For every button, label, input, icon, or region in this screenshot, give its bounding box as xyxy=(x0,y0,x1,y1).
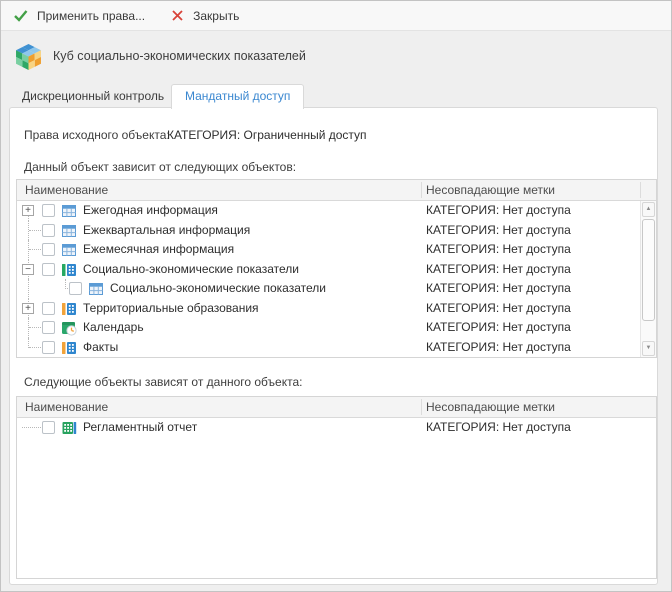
row-labels: КАТЕГОРИЯ: Нет доступа xyxy=(426,221,571,241)
row-labels: КАТЕГОРИЯ: Нет доступа xyxy=(426,260,571,280)
expand-button[interactable]: + xyxy=(22,205,34,216)
cube-icon xyxy=(15,43,42,70)
tree-row-annual-info[interactable]: + Ежегодная информация КАТЕГОРИЯ: Нет до… xyxy=(17,201,640,221)
scroll-down-icon[interactable]: ▼ xyxy=(642,341,655,356)
row-name: Социально-экономические показатели xyxy=(110,279,326,299)
close-button[interactable]: Закрыть xyxy=(169,6,249,26)
row-labels: КАТЕГОРИЯ: Нет доступа xyxy=(426,299,571,319)
table-icon xyxy=(61,242,77,258)
close-label: Закрыть xyxy=(193,9,239,23)
report-icon xyxy=(61,420,77,436)
dimension-green-icon xyxy=(61,262,77,278)
depends-grid: Наименование Несовпадающие метки + Ежего… xyxy=(16,179,657,358)
tree-row-quarterly-info[interactable]: Ежеквартальная информация КАТЕГОРИЯ: Нет… xyxy=(17,221,640,241)
dependents-grid-body: Регламентный отчет КАТЕГОРИЯ: Нет доступ… xyxy=(17,418,656,578)
column-header-labels[interactable]: Несовпадающие метки xyxy=(426,400,555,414)
row-checkbox[interactable] xyxy=(42,263,55,276)
table-icon xyxy=(61,203,77,219)
row-name: Социально-экономические показатели xyxy=(83,260,299,280)
column-header-name[interactable]: Наименование xyxy=(25,400,108,414)
collapse-button[interactable]: − xyxy=(22,264,34,275)
row-name: Ежемесячная информация xyxy=(83,240,234,260)
apply-rights-label: Применить права... xyxy=(37,9,145,23)
column-header-labels[interactable]: Несовпадающие метки xyxy=(426,183,555,197)
vertical-scrollbar[interactable]: ▲ ▼ xyxy=(640,201,656,357)
table-icon xyxy=(88,281,104,297)
dimension-orange-icon xyxy=(61,301,77,317)
tree-row-socioeconomic-child[interactable]: Социально-экономические показатели КАТЕГ… xyxy=(17,279,640,299)
row-name: Регламентный отчет xyxy=(83,418,197,438)
column-header-name[interactable]: Наименование xyxy=(25,183,108,197)
rights-dialog: Применить права... Закрыть Куб социально… xyxy=(0,0,672,592)
calendar-clock-icon xyxy=(61,320,77,336)
row-labels: КАТЕГОРИЯ: Нет доступа xyxy=(426,201,571,221)
dependents-grid: Наименование Несовпадающие метки xyxy=(16,396,657,579)
row-name: Территориальные образования xyxy=(83,299,259,319)
row-name: Ежеквартальная информация xyxy=(83,221,250,241)
row-checkbox[interactable] xyxy=(42,243,55,256)
tree-row-regulated-report[interactable]: Регламентный отчет КАТЕГОРИЯ: Нет доступ… xyxy=(17,418,656,438)
row-checkbox[interactable] xyxy=(69,282,82,295)
column-divider xyxy=(421,399,422,415)
row-checkbox[interactable] xyxy=(42,302,55,315)
row-name: Ежегодная информация xyxy=(83,201,218,221)
tab-discretionary-control[interactable]: Дискреционный контроль xyxy=(9,85,177,108)
table-icon xyxy=(61,223,77,239)
dependents-section-label: Следующие объекты зависят от данного объ… xyxy=(24,375,302,389)
page-title: Куб социально-экономических показателей xyxy=(53,49,306,63)
object-header: Куб социально-экономических показателей xyxy=(1,31,671,81)
check-icon xyxy=(13,8,28,23)
source-rights-label: Права исходного объекта: xyxy=(24,128,170,142)
scroll-up-icon[interactable]: ▲ xyxy=(642,202,655,217)
depends-grid-body: + Ежегодная информация КАТЕГОРИЯ: Нет до… xyxy=(17,201,640,357)
toolbar: Применить права... Закрыть xyxy=(1,1,671,31)
row-labels: КАТЕГОРИЯ: Нет доступа xyxy=(426,318,571,338)
row-name: Календарь xyxy=(83,318,144,338)
scrollbar-thumb[interactable] xyxy=(642,219,655,321)
row-checkbox[interactable] xyxy=(42,321,55,334)
tab-mandatory-access[interactable]: Мандатный доступ xyxy=(171,84,304,109)
x-icon xyxy=(171,9,184,22)
column-divider xyxy=(421,182,422,198)
mandatory-access-panel: Права исходного объекта: КАТЕГОРИЯ: Огра… xyxy=(9,107,658,585)
tree-row-monthly-info[interactable]: Ежемесячная информация КАТЕГОРИЯ: Нет до… xyxy=(17,240,640,260)
row-checkbox[interactable] xyxy=(42,341,55,354)
expand-button[interactable]: + xyxy=(22,303,34,314)
tree-row-calendar[interactable]: Календарь КАТЕГОРИЯ: Нет доступа xyxy=(17,318,640,338)
row-labels: КАТЕГОРИЯ: Нет доступа xyxy=(426,240,571,260)
row-labels: КАТЕГОРИЯ: Нет доступа xyxy=(426,338,571,358)
depends-grid-header: Наименование Несовпадающие метки xyxy=(17,180,656,201)
dimension-orange-icon xyxy=(61,340,77,356)
tree-row-socioeconomic-dimension[interactable]: − Социально-экономические показатели КАТ… xyxy=(17,260,640,280)
row-name: Факты xyxy=(83,338,118,358)
row-labels: КАТЕГОРИЯ: Нет доступа xyxy=(426,418,571,438)
dependents-grid-header: Наименование Несовпадающие метки xyxy=(17,397,656,418)
row-checkbox[interactable] xyxy=(42,421,55,434)
tree-row-facts[interactable]: Факты КАТЕГОРИЯ: Нет доступа xyxy=(17,338,640,358)
row-checkbox[interactable] xyxy=(42,204,55,217)
depends-section-label: Данный объект зависит от следующих объек… xyxy=(24,160,296,174)
tree-row-territorial-dimension[interactable]: + Территориальные образования КАТЕГОРИЯ:… xyxy=(17,299,640,319)
row-checkbox[interactable] xyxy=(42,224,55,237)
column-divider xyxy=(640,182,641,198)
apply-rights-button[interactable]: Применить права... xyxy=(11,5,155,26)
source-rights-value: КАТЕГОРИЯ: Ограниченный доступ xyxy=(167,128,367,142)
row-labels: КАТЕГОРИЯ: Нет доступа xyxy=(426,279,571,299)
